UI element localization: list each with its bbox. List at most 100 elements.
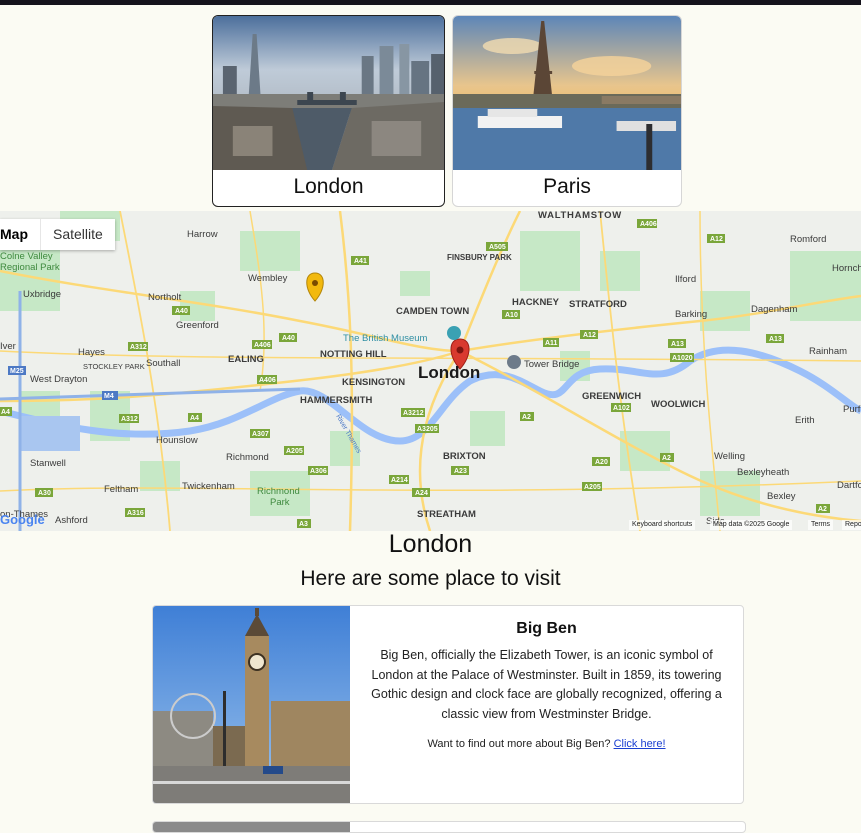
city-name: London	[293, 175, 364, 198]
map-label: Twickenham	[182, 481, 235, 492]
map-label: Bexley	[767, 491, 796, 502]
report-link[interactable]: Repo	[842, 520, 861, 530]
map-label: KENSINGTON	[342, 377, 405, 388]
svg-text:M4: M4	[104, 393, 114, 400]
map-label: Stanwell	[30, 458, 66, 469]
svg-text:M25: M25	[10, 368, 24, 375]
map-label: Regional Park	[0, 262, 60, 273]
svg-text:A4: A4	[190, 415, 199, 422]
map-label: Richmond	[257, 486, 300, 497]
map-label: Bexleyheath	[737, 467, 789, 478]
svg-text:A2: A2	[662, 455, 671, 462]
svg-text:A3205: A3205	[417, 426, 438, 433]
google-logo[interactable]: Google	[0, 512, 45, 527]
map-label: Barking	[675, 309, 707, 320]
city-card-london[interactable]: London	[212, 15, 445, 207]
svg-text:A11: A11	[545, 340, 558, 347]
map-label: Ashford	[55, 515, 88, 526]
big-ben-image	[153, 606, 350, 803]
svg-text:A2: A2	[818, 506, 827, 513]
map-label: Southall	[146, 358, 180, 369]
map-label: Hornch	[832, 263, 861, 274]
top-bar	[0, 0, 861, 5]
map-label: Harrow	[187, 229, 218, 240]
svg-text:A13: A13	[769, 336, 782, 343]
svg-text:A12: A12	[710, 236, 723, 243]
map-label: WOOLWICH	[651, 399, 705, 410]
map-data-attribution: Map data ©2025 Google	[710, 520, 793, 530]
map-label: Richmond	[226, 452, 269, 463]
map-label: WALTHAMSTOW	[538, 211, 622, 221]
map-label: Rainham	[809, 346, 847, 357]
map-label: Park	[270, 497, 290, 508]
map-label: Welling	[714, 451, 745, 462]
map-label: Hayes	[78, 347, 105, 358]
map-label: West Drayton	[30, 374, 87, 385]
svg-text:A1020: A1020	[672, 355, 693, 362]
map-label: HACKNEY	[512, 297, 560, 308]
place-image-next	[153, 822, 350, 832]
svg-text:A306: A306	[310, 468, 327, 475]
map-type-satellite-button[interactable]: Satellite	[40, 219, 115, 250]
landmark-icon[interactable]	[507, 355, 521, 369]
svg-text:A406: A406	[254, 342, 271, 349]
click-here-link[interactable]: Click here!	[614, 738, 666, 750]
svg-text:A316: A316	[127, 510, 144, 517]
map-type-control: Map Satellite	[0, 219, 115, 250]
map-label: EALING	[228, 354, 264, 365]
svg-text:A214: A214	[391, 477, 408, 484]
paris-eiffel-image	[453, 16, 681, 170]
map-label: Iver	[0, 341, 16, 352]
svg-text:A307: A307	[252, 431, 269, 438]
svg-text:A312: A312	[121, 416, 138, 423]
svg-text:A2: A2	[522, 414, 531, 421]
more-prefix: Want to find out more about Big Ben?	[427, 738, 611, 750]
map-label: Colne Valley	[0, 251, 53, 262]
map-label: Hounslow	[156, 435, 198, 446]
city-name: Paris	[543, 175, 591, 198]
place-card: Big Ben Big Ben, officially the Elizabet…	[152, 605, 744, 804]
svg-text:A406: A406	[259, 377, 276, 384]
city-card-paris[interactable]: Paris	[452, 15, 682, 207]
svg-text:A23: A23	[454, 468, 467, 475]
svg-text:A3212: A3212	[403, 410, 424, 417]
svg-text:A205: A205	[584, 484, 601, 491]
map-label: Purf	[843, 404, 861, 415]
museum-icon[interactable]	[447, 326, 461, 340]
map-label: Northolt	[148, 292, 182, 303]
place-title: Big Ben	[516, 620, 577, 637]
map-type-map-button[interactable]: Map	[0, 219, 40, 250]
svg-text:A12: A12	[583, 332, 596, 339]
svg-text:A10: A10	[505, 312, 518, 319]
svg-text:A3: A3	[299, 521, 308, 528]
svg-text:A312: A312	[130, 344, 147, 351]
map-label: STRATFORD	[569, 299, 627, 310]
map-label: BRIXTON	[443, 451, 486, 462]
google-map[interactable]: WALTHAMSTOW Romford Harrow Colne Valley …	[0, 211, 861, 531]
svg-text:A40: A40	[175, 308, 188, 315]
places-subtitle: Here are some place to visit	[300, 567, 561, 590]
svg-text:A40: A40	[282, 335, 295, 342]
place-more-text: Want to find out more about Big Ben? Cli…	[350, 738, 743, 750]
svg-text:A505: A505	[489, 244, 506, 251]
place-card-next	[152, 821, 746, 833]
svg-text:A4: A4	[1, 409, 10, 416]
svg-text:A205: A205	[286, 448, 303, 455]
svg-text:A13: A13	[671, 341, 684, 348]
map-canvas[interactable]: WALTHAMSTOW Romford Harrow Colne Valley …	[0, 211, 861, 531]
terms-link[interactable]: Terms	[808, 520, 834, 530]
map-label: London	[418, 363, 480, 382]
map-label: Ilford	[675, 274, 696, 285]
svg-text:A102: A102	[613, 405, 630, 412]
map-label: Dartfo	[837, 480, 861, 491]
map-label: Dagenham	[751, 304, 798, 315]
keyboard-shortcuts-link[interactable]: Keyboard shortcuts	[629, 520, 696, 530]
map-label: GREENWICH	[582, 391, 641, 402]
map-label: Romford	[790, 234, 826, 245]
map-label: Uxbridge	[23, 289, 61, 300]
map-label: Erith	[795, 415, 815, 426]
map-label: FINSBURY PARK	[447, 253, 512, 262]
svg-text:A41: A41	[354, 258, 367, 265]
london-skyline-image	[213, 16, 444, 170]
map-label: CAMDEN TOWN	[396, 306, 469, 317]
